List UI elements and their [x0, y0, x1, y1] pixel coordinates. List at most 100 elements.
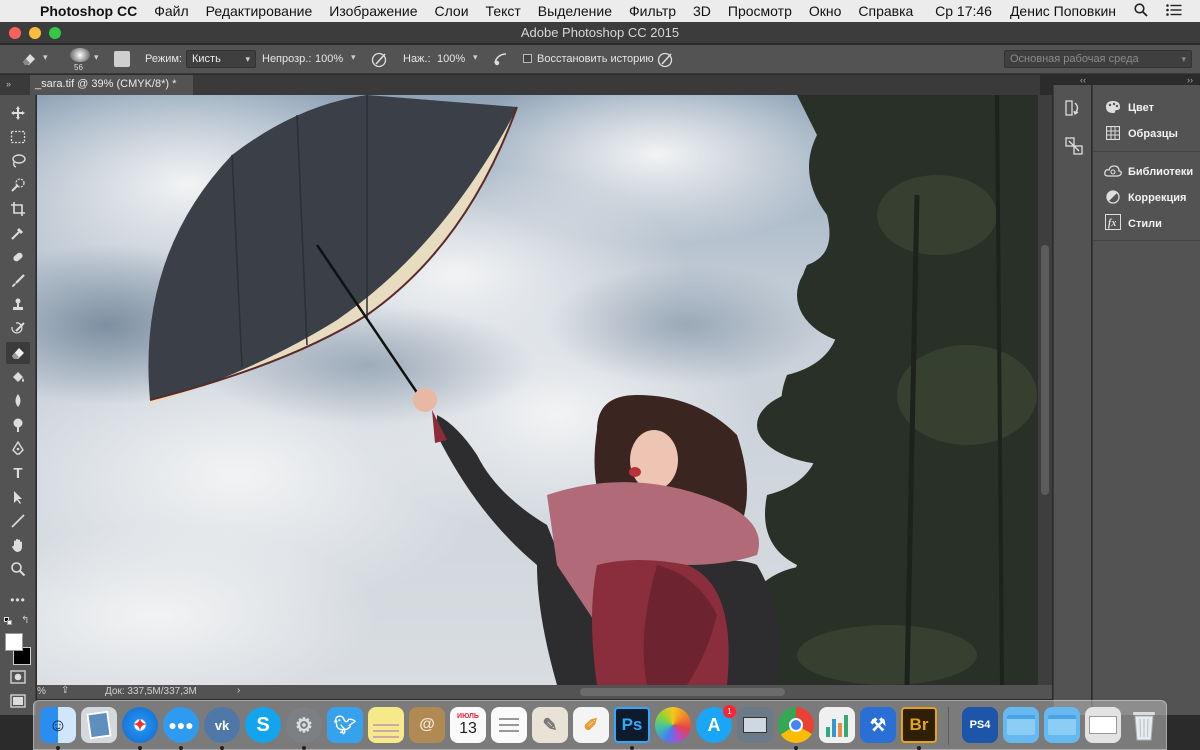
quick-mask-icon[interactable] — [6, 666, 30, 688]
document-tab[interactable]: _sara.tif @ 39% (CMYK/8*) * — [30, 75, 193, 95]
clock[interactable]: Ср 17:46 — [935, 3, 992, 19]
line-tool-icon[interactable] — [6, 510, 30, 532]
menu-image[interactable]: Изображение — [329, 3, 417, 19]
messages-icon[interactable]: ●●● — [163, 707, 199, 743]
panel-color[interactable]: Цвет — [1093, 96, 1200, 120]
path-selection-tool-icon[interactable] — [6, 486, 30, 508]
brush-tool-icon[interactable] — [6, 270, 30, 292]
share-icon[interactable]: ⇪ — [61, 685, 69, 696]
skype-icon[interactable]: S — [245, 707, 281, 743]
opacity-chevron-icon[interactable]: ▾ — [351, 52, 356, 63]
screen-mode-icon[interactable] — [6, 690, 30, 712]
history-panel-icon[interactable] — [1064, 99, 1082, 122]
contacts-icon[interactable]: @ — [409, 707, 445, 743]
brush-picker-chevron-icon[interactable]: ▾ — [94, 52, 99, 63]
status-menu-arrow-icon[interactable]: › — [237, 685, 240, 696]
more-tools-icon[interactable]: ••• — [6, 589, 30, 611]
bridge-dock-icon[interactable]: Br — [901, 707, 937, 743]
move-tool-icon[interactable] — [6, 102, 30, 124]
hand-tool-icon[interactable] — [6, 534, 30, 556]
menu-edit[interactable]: Редактирование — [206, 3, 313, 19]
zoom-tool-icon[interactable] — [6, 558, 30, 580]
textedit-icon[interactable]: ✎ — [532, 707, 568, 743]
crop-tool-icon[interactable] — [6, 198, 30, 220]
vertical-scrollbar[interactable] — [1038, 95, 1052, 685]
brush-tip-preview-icon[interactable] — [70, 48, 90, 62]
chrome-icon[interactable] — [778, 707, 814, 743]
xcode-icon[interactable]: ⚒ — [860, 707, 896, 743]
calendar-icon[interactable]: ИЮЛЬ 13 — [450, 707, 486, 743]
notes-icon[interactable] — [368, 707, 404, 743]
twitter-icon[interactable]: 🐦︎ — [327, 707, 363, 743]
quick-selection-tool-icon[interactable] — [6, 174, 30, 196]
menu-window[interactable]: Окно — [809, 3, 842, 19]
menu-text[interactable]: Текст — [486, 3, 521, 19]
image-capture-icon[interactable] — [737, 707, 773, 743]
user-name[interactable]: Денис Поповкин — [1010, 3, 1116, 19]
paint-bucket-tool-icon[interactable] — [6, 366, 30, 388]
flow-chevron-icon[interactable]: ▾ — [473, 52, 478, 63]
lasso-tool-icon[interactable] — [6, 150, 30, 172]
system-preferences-icon[interactable]: ⚙ — [286, 707, 322, 743]
menu-help[interactable]: Справка — [858, 3, 913, 19]
swap-colors-icon[interactable]: ↰ — [21, 615, 29, 626]
menu-3d[interactable]: 3D — [693, 3, 711, 19]
preview-icon[interactable] — [81, 707, 117, 743]
airbrush-icon[interactable] — [492, 51, 509, 71]
photoshop-dock-icon[interactable]: Ps — [614, 707, 650, 743]
collapse-toolbar-icon[interactable]: » — [6, 79, 11, 89]
opacity-value[interactable]: 100% — [315, 53, 343, 65]
documents-folder-icon[interactable] — [1044, 707, 1080, 743]
panel-swatches[interactable]: Образцы — [1093, 122, 1200, 146]
default-colors-icon[interactable] — [4, 617, 12, 625]
panel-adjustments[interactable]: Коррекция — [1093, 186, 1200, 210]
notification-center-icon[interactable] — [1166, 3, 1182, 19]
finder-icon[interactable]: ☺ — [40, 707, 76, 743]
brush-panel-toggle-icon[interactable] — [114, 51, 130, 67]
collapse-strip-icon[interactable]: ‹‹ — [1080, 75, 1086, 85]
menu-filter[interactable]: Фильтр — [629, 3, 676, 19]
marquee-tool-icon[interactable] — [6, 126, 30, 148]
pressure-opacity-icon[interactable] — [371, 51, 388, 71]
blur-tool-icon[interactable] — [6, 390, 30, 412]
document-canvas[interactable] — [37, 95, 1038, 685]
eraser-tool-preset-icon[interactable] — [20, 51, 38, 70]
pen-tool-icon[interactable] — [6, 438, 30, 460]
healing-brush-tool-icon[interactable] — [6, 246, 30, 268]
pages-icon[interactable]: ✐ — [573, 707, 609, 743]
screenshots-stack-icon[interactable] — [1085, 707, 1121, 743]
type-tool-icon[interactable]: T — [6, 462, 30, 484]
app-menu[interactable]: Photoshop CC — [40, 3, 137, 19]
vertical-scroll-thumb[interactable] — [1041, 245, 1049, 495]
mode-dropdown[interactable]: Кисть ▾ — [186, 50, 256, 68]
downloads-folder-icon[interactable] — [1003, 707, 1039, 743]
horizontal-scroll-thumb[interactable] — [580, 688, 785, 696]
history-brush-tool-icon[interactable] — [6, 318, 30, 340]
menu-layers[interactable]: Слои — [435, 3, 469, 19]
eraser-tool-icon[interactable] — [6, 342, 30, 364]
menu-view[interactable]: Просмотр — [728, 3, 792, 19]
reminders-icon[interactable] — [491, 707, 527, 743]
menu-select[interactable]: Выделение — [538, 3, 612, 19]
spotlight-icon[interactable] — [1134, 2, 1148, 20]
expand-panels-icon[interactable]: ›› — [1187, 75, 1193, 85]
trash-icon[interactable] — [1126, 707, 1162, 743]
photos-icon[interactable] — [655, 707, 691, 743]
restore-history-checkbox[interactable] — [523, 54, 532, 63]
vk-messenger-icon[interactable]: vk — [204, 707, 240, 743]
panel-libraries[interactable]: Библиотеки — [1093, 160, 1200, 184]
zoom-level[interactable]: % — [37, 686, 46, 697]
clone-stamp-tool-icon[interactable] — [6, 294, 30, 316]
ps4-remote-play-icon[interactable]: PS4 — [962, 707, 998, 743]
dodge-tool-icon[interactable] — [6, 414, 30, 436]
safari-icon[interactable]: ✦ — [122, 707, 158, 743]
pressure-size-icon[interactable] — [657, 51, 674, 71]
numbers-icon[interactable] — [819, 707, 855, 743]
tool-preset-chevron-icon[interactable]: ▾ — [43, 52, 48, 63]
flow-value[interactable]: 100% — [437, 53, 465, 65]
panel-styles[interactable]: fx Стили — [1093, 212, 1200, 236]
menu-file[interactable]: Файл — [154, 3, 188, 19]
properties-panel-icon[interactable] — [1064, 136, 1084, 161]
workspace-dropdown[interactable]: Основная рабочая среда ▾ — [1004, 50, 1192, 68]
foreground-color-swatch[interactable] — [5, 633, 23, 651]
